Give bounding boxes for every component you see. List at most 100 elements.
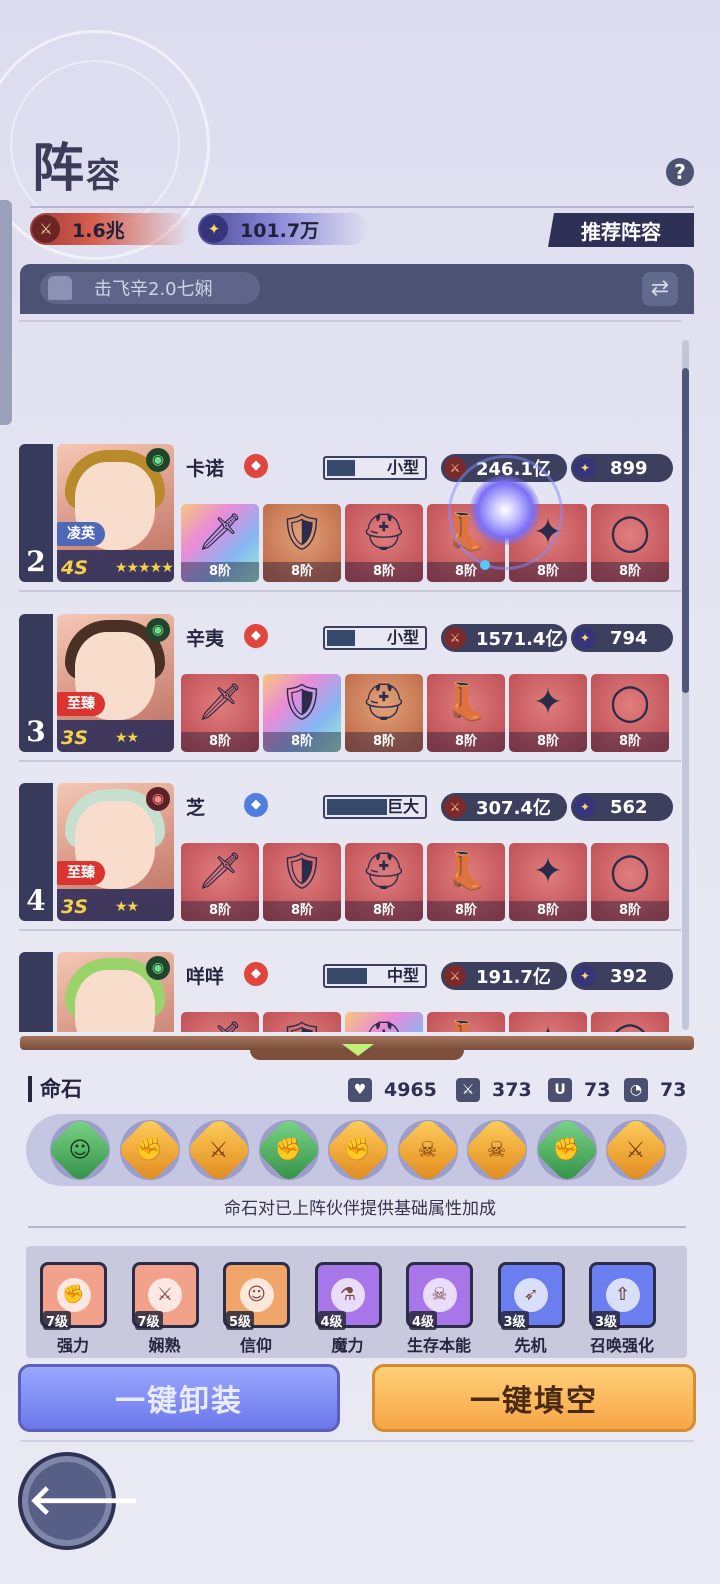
character-portrait[interactable]: ◉ 至臻 3S ★★ xyxy=(57,614,174,752)
speed-icon: ◔ xyxy=(624,1078,648,1102)
slot-number-tab: 4 xyxy=(19,783,53,921)
stat-speed-value: 73 xyxy=(660,1079,687,1101)
equipment-slot[interactable]: 👢 8阶 xyxy=(427,674,505,752)
element-icon: ◉ xyxy=(146,618,170,642)
mingshi-stone-slot[interactable]: ✊ xyxy=(532,1116,601,1184)
equipment-slot[interactable]: 👢 xyxy=(427,1012,505,1032)
roster-list[interactable]: 1 ◉ 至臻 3S ★★ 🗡 8阶 ⛑ 9阶 ⛑ 8阶 👢 8阶 ✦ 8阶 xyxy=(0,316,700,1032)
help-icon[interactable]: ? xyxy=(666,158,694,186)
mingshi-stone-slot[interactable]: ✊ xyxy=(115,1116,184,1184)
character-portrait[interactable]: ◉ 凌英 4S ★★★★★ xyxy=(57,444,174,582)
skill-item[interactable]: ✊ 7级 强力 xyxy=(40,1262,107,1356)
skill-item[interactable]: ⚗ 4级 魔力 xyxy=(314,1262,382,1356)
skill-item[interactable]: ➶ 3级 先机 xyxy=(497,1262,565,1356)
equipment-slot[interactable]: 🛡 8阶 xyxy=(263,843,341,921)
equipment-slot[interactable]: ✦ 8阶 xyxy=(509,843,587,921)
star-rating: ★★★★★ xyxy=(115,560,174,576)
skill-level: 7级 xyxy=(43,1311,72,1330)
equipment-slot[interactable]: ✦ xyxy=(509,1012,587,1032)
equipment-slot[interactable]: ⛑ 8阶 xyxy=(345,504,423,582)
class-icon: ◆ xyxy=(244,793,268,817)
roster-row[interactable]: 1 ◉ 至臻 3S ★★ 🗡 8阶 ⛑ 9阶 ⛑ 8阶 👢 8阶 ✦ 8阶 xyxy=(0,316,700,344)
mingshi-stone-slot[interactable]: ✊ xyxy=(254,1116,323,1184)
equipment-slot[interactable]: 🗡 xyxy=(181,1012,259,1032)
skill-icon: ✊ xyxy=(56,1278,91,1312)
skill-level: 4级 xyxy=(317,1311,346,1330)
skill-item[interactable]: ⇧ 3级 召唤强化 xyxy=(589,1262,656,1356)
recommend-lineup-button[interactable]: 推荐阵容 xyxy=(548,213,694,247)
mingshi-stone-slot[interactable]: ☺ xyxy=(46,1116,114,1184)
equipment-level: 8阶 xyxy=(509,901,587,921)
back-button[interactable]: 🡐 xyxy=(18,1452,141,1550)
equipment-slot[interactable]: 🗡 8阶 xyxy=(181,674,259,752)
equipment-level: 8阶 xyxy=(263,732,341,752)
skill-list: ✊ 7级 强力 ⚔ 7级 娴熟 ☺ 5级 信仰 ⚗ 4级 魔力 ☠ 4级 生存本… xyxy=(40,1262,656,1356)
skill-name: 娴熟 xyxy=(148,1336,181,1355)
equipment-slot[interactable]: 🛡 8阶 xyxy=(263,504,341,582)
roster-scrollbar-thumb[interactable] xyxy=(682,368,689,693)
equipment-level: 8阶 xyxy=(181,732,259,752)
swap-team-icon[interactable]: ⇄ xyxy=(642,272,678,306)
roster-row[interactable]: 2 ◉ 凌英 4S ★★★★★ 卡诺 ◆ 小型 ⚔ 246.1亿 ✦ 899 🗡 8阶 🛡 … xyxy=(0,444,700,614)
star-rating: ★★ xyxy=(115,899,139,915)
character-speed: ✦ 794 xyxy=(571,624,673,652)
character-power-value: 191.7亿 xyxy=(476,967,551,988)
mingshi-stone-icon: ⚔ xyxy=(185,1116,253,1184)
skill-item[interactable]: ☠ 4级 生存本能 xyxy=(406,1262,473,1356)
equipment-slot[interactable]: ◯ 8阶 xyxy=(591,674,669,752)
mingshi-stone-slot[interactable]: ☠ xyxy=(393,1116,462,1184)
unequip-all-button[interactable]: 一键卸装 xyxy=(18,1364,340,1432)
character-portrait[interactable]: ◉ 至臻 3S ★★ xyxy=(57,783,174,921)
skill-icon-box: ⚔ 7级 xyxy=(131,1262,199,1330)
equipment-slot[interactable]: 🛡 8阶 xyxy=(263,674,341,752)
equipment-level: 8阶 xyxy=(591,562,669,582)
roster-row[interactable]: 3 ◉ 至臻 3S ★★ 辛夷 ◆ 小型 ⚔ 1571.4亿 ✦ 794 🗡 8阶 🛡 8阶… xyxy=(0,614,700,784)
character-portrait[interactable]: ◉ xyxy=(57,952,174,1032)
equipment-slot[interactable]: 🛡 xyxy=(263,1012,341,1032)
equipment-icon: ◯ xyxy=(591,1016,669,1032)
mingshi-stone-slot[interactable]: ⚔ xyxy=(602,1116,670,1184)
equipment-slot[interactable]: ◯ 8阶 xyxy=(591,843,669,921)
equipment-slot[interactable]: 🗡 8阶 xyxy=(181,504,259,582)
equipment-icon: 🛡 xyxy=(279,851,325,892)
team-selector[interactable]: 击飞辛2.0七娴 xyxy=(40,272,260,304)
equipment-slot[interactable]: ✦ 8阶 xyxy=(509,674,587,752)
equipment-slot[interactable]: ⛑ xyxy=(345,1012,423,1032)
equipment-slot[interactable]: ◯ 8阶 xyxy=(591,504,669,582)
fill-empty-button[interactable]: 一键填空 xyxy=(372,1364,696,1432)
equipment-level: 8阶 xyxy=(263,901,341,921)
equipment-slot[interactable]: 👢 8阶 xyxy=(427,843,505,921)
skill-item[interactable]: ☺ 5级 信仰 xyxy=(223,1262,290,1356)
rank-badge: 凌英 xyxy=(57,522,105,546)
mingshi-stone-slot[interactable]: ⚔ xyxy=(185,1116,253,1184)
equipment-icon: 👢 xyxy=(443,851,489,892)
equipment-row: 🗡 8阶 🛡 8阶 ⛑ 8阶 👢 8阶 ✦ 8阶 ◯ 8阶 xyxy=(181,674,669,752)
stat-attack: ⚔ 373 xyxy=(456,1078,532,1102)
speed-star-icon: ✦ xyxy=(574,965,596,987)
character-power-value: 1571.4亿 xyxy=(476,629,564,650)
equipment-icon: 🗡 xyxy=(181,1016,259,1032)
skill-name: 魔力 xyxy=(331,1336,364,1355)
row-divider xyxy=(19,320,681,322)
equipment-slot[interactable]: ⛑ 8阶 xyxy=(345,843,423,921)
roster-row[interactable]: 5 ◉ 咩咩 ◆ 中型 ⚔ 191.7亿 ✦ 392 🗡 🛡 ⛑ 👢 ✦ xyxy=(0,952,700,1032)
equipment-slot[interactable]: ◯ xyxy=(591,1012,669,1032)
equipment-slot[interactable]: ⛑ 8阶 xyxy=(345,674,423,752)
equipment-level: 8阶 xyxy=(591,901,669,921)
mingshi-stone-slot[interactable]: ✊ xyxy=(324,1116,392,1184)
equipment-icon: ✦ xyxy=(532,851,564,892)
grade-label: 3S xyxy=(61,727,88,749)
collapse-arrow-icon[interactable] xyxy=(342,1044,374,1056)
size-fill xyxy=(327,460,355,476)
skill-level: 7级 xyxy=(134,1311,163,1330)
equipment-icon: 🗡 xyxy=(197,682,243,723)
skill-level: 3级 xyxy=(500,1311,529,1330)
equipment-slot[interactable]: 🗡 8阶 xyxy=(181,843,259,921)
equipment-level: 8阶 xyxy=(427,901,505,921)
divider xyxy=(28,1226,686,1228)
roster-row[interactable]: 4 ◉ 至臻 3S ★★ 芝 ◆ 巨大 ⚔ 307.4亿 ✦ 562 🗡 8阶 🛡 8阶 ⛑… xyxy=(0,783,700,953)
skill-item[interactable]: ⚔ 7级 娴熟 xyxy=(131,1262,199,1356)
size-label: 小型 xyxy=(386,628,419,647)
mingshi-stone-slot[interactable]: ☠ xyxy=(463,1116,531,1184)
equipment-icon: ✦ xyxy=(532,682,564,723)
